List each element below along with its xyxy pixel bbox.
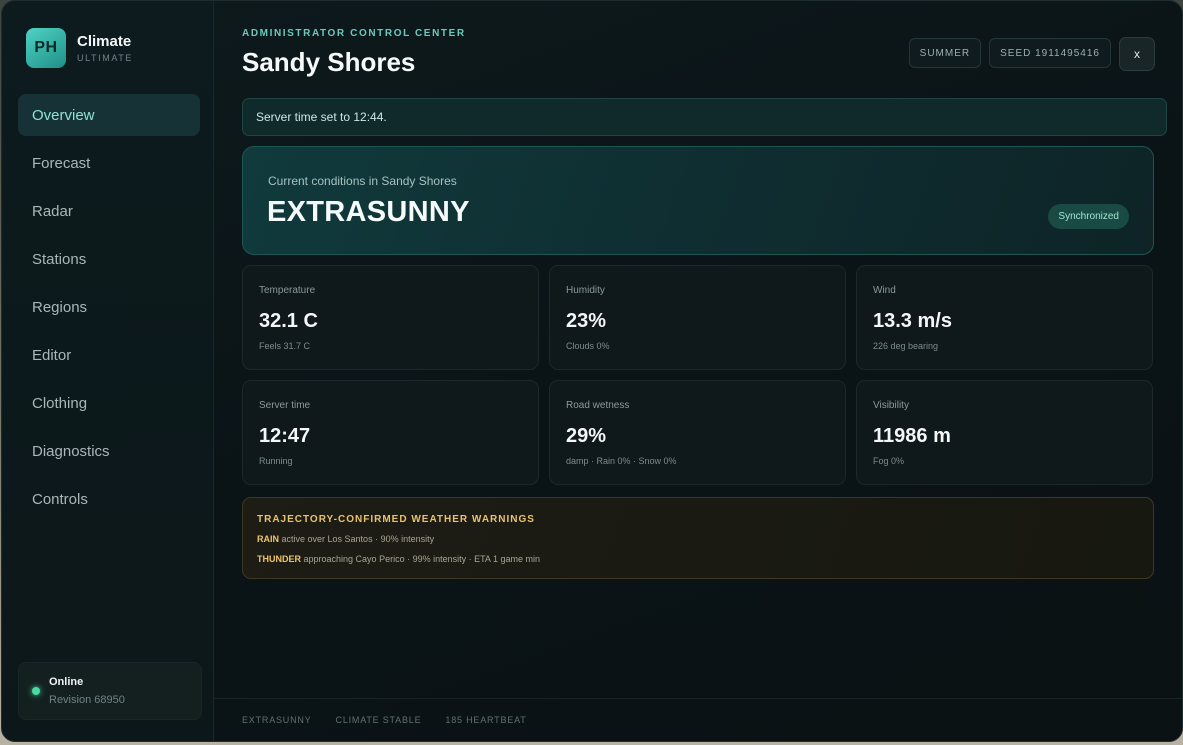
season-chip[interactable]: SUMMER <box>908 38 982 68</box>
sidebar-item-editor[interactable]: Editor <box>18 334 200 376</box>
footer-weather: EXTRASUNNY <box>242 715 312 725</box>
stat-card-road-wetness: Road wetness 29% damp · Rain 0% · Snow 0… <box>549 380 846 485</box>
header-actions: SUMMER SEED 1911495416 x <box>908 37 1155 71</box>
sidebar-nav: Overview Forecast Radar Stations Regions… <box>18 94 200 526</box>
stat-subtext: Clouds 0% <box>566 341 610 351</box>
connection-status-card: Online Revision 68950 <box>18 662 202 720</box>
stat-card-wind: Wind 13.3 m/s 226 deg bearing <box>856 265 1153 370</box>
brand-subtitle: ULTIMATE <box>77 53 133 63</box>
current-weather-value: EXTRASUNNY <box>267 196 470 228</box>
sidebar-item-controls[interactable]: Controls <box>18 478 200 520</box>
close-button[interactable]: x <box>1119 37 1155 71</box>
brand: PH Climate ULTIMATE <box>26 28 133 68</box>
page-eyebrow: ADMINISTRATOR CONTROL CENTER <box>242 28 466 39</box>
stat-subtext: damp · Rain 0% · Snow 0% <box>566 456 677 466</box>
stat-value: 23% <box>566 310 607 332</box>
sync-status-badge: Synchronized <box>1048 204 1129 229</box>
stat-subtext: Running <box>259 456 293 466</box>
stat-value: 29% <box>566 425 607 447</box>
status-footer: EXTRASUNNY CLIMATE STABLE 185 HEARTBEAT <box>214 698 1182 741</box>
stat-label: Humidity <box>566 285 605 296</box>
main-content: ADMINISTRATOR CONTROL CENTER Sandy Shore… <box>214 1 1182 741</box>
stat-card-visibility: Visibility 11986 m Fog 0% <box>856 380 1153 485</box>
sidebar-item-overview[interactable]: Overview <box>18 94 200 136</box>
stat-card-server-time: Server time 12:47 Running <box>242 380 539 485</box>
warning-text: approaching Cayo Perico · 99% intensity … <box>303 554 540 564</box>
warning-item: RAIN active over Los Santos · 90% intens… <box>257 534 434 544</box>
stat-subtext: Fog 0% <box>873 456 905 466</box>
page-title: Sandy Shores <box>242 47 416 77</box>
footer-climate-state: CLIMATE STABLE <box>335 715 422 725</box>
stat-subtext: 226 deg bearing <box>873 341 939 351</box>
stat-label: Road wetness <box>566 400 630 411</box>
footer-items: EXTRASUNNY CLIMATE STABLE 185 HEARTBEAT <box>242 715 527 725</box>
current-conditions-label: Current conditions in Sandy Shores <box>268 174 457 188</box>
warning-type: RAIN <box>257 534 279 544</box>
warning-text: active over Los Santos · 90% intensity <box>281 534 435 544</box>
stat-subtext: Feels 31.7 C <box>259 341 311 351</box>
sidebar-item-regions[interactable]: Regions <box>18 286 200 328</box>
current-conditions-card: Current conditions in Sandy Shores EXTRA… <box>242 146 1154 255</box>
warning-type: THUNDER <box>257 554 301 564</box>
brand-logo: PH <box>26 28 66 68</box>
sidebar-item-forecast[interactable]: Forecast <box>18 142 200 184</box>
notice-banner: Server time set to 12:44. <box>242 98 1167 136</box>
seed-chip[interactable]: SEED 1911495416 <box>989 38 1111 68</box>
brand-text: Climate ULTIMATE <box>77 33 133 63</box>
sidebar-item-clothing[interactable]: Clothing <box>18 382 200 424</box>
sidebar-item-stations[interactable]: Stations <box>18 238 200 280</box>
stat-label: Visibility <box>873 400 909 411</box>
stat-label: Server time <box>259 400 311 411</box>
sidebar-item-radar[interactable]: Radar <box>18 190 200 232</box>
weather-warnings-panel: TRAJECTORY-CONFIRMED WEATHER WARNINGS RA… <box>242 497 1154 579</box>
sidebar: PH Climate ULTIMATE Overview Forecast Ra… <box>2 1 214 741</box>
climate-window: PH Climate ULTIMATE Overview Forecast Ra… <box>1 0 1183 742</box>
stat-card-temperature: Temperature 32.1 C Feels 31.7 C <box>242 265 539 370</box>
stat-value: 12:47 <box>259 425 311 447</box>
stat-label: Temperature <box>259 285 316 296</box>
footer-heartbeat: 185 HEARTBEAT <box>445 715 527 725</box>
stat-value: 11986 m <box>873 425 951 447</box>
stats-grid: Temperature 32.1 C Feels 31.7 C Humidity… <box>242 265 1154 485</box>
brand-name: Climate <box>77 33 132 50</box>
status-revision: Revision 68950 <box>49 694 125 706</box>
stat-value: 13.3 m/s <box>873 310 952 332</box>
status-title: Online <box>49 676 84 688</box>
stat-value: 32.1 C <box>259 310 318 332</box>
stat-card-humidity: Humidity 23% Clouds 0% <box>549 265 846 370</box>
warnings-title: TRAJECTORY-CONFIRMED WEATHER WARNINGS <box>257 514 535 525</box>
online-status-dot-icon <box>32 687 40 695</box>
warning-item: THUNDER approaching Cayo Perico · 99% in… <box>257 554 540 564</box>
sidebar-item-diagnostics[interactable]: Diagnostics <box>18 430 200 472</box>
stat-label: Wind <box>873 285 896 296</box>
